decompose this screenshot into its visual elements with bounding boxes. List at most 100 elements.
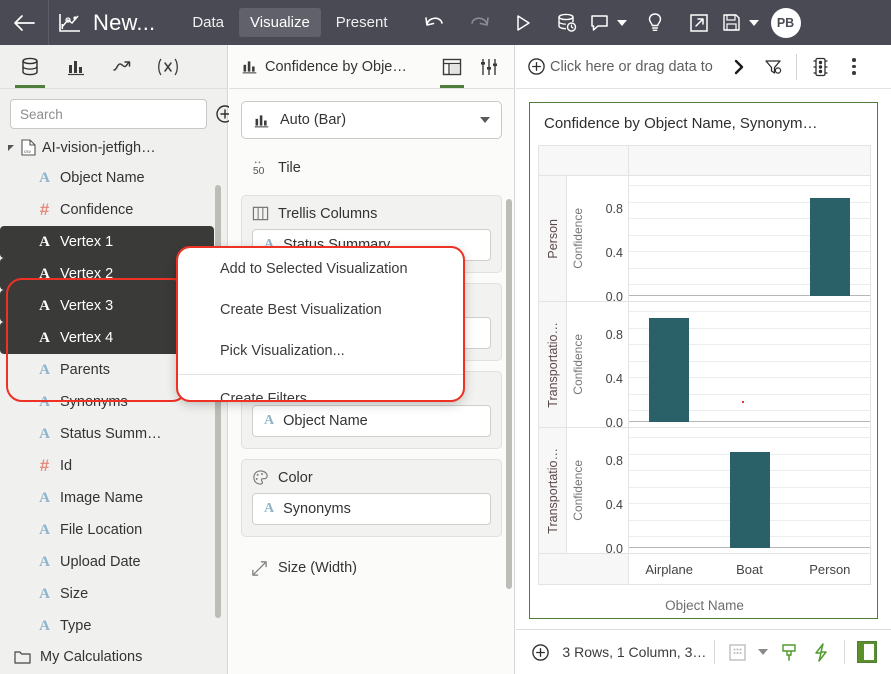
x-axis-tick-label: Boat bbox=[709, 562, 789, 577]
layout-panels-icon[interactable] bbox=[437, 45, 467, 88]
data-summary-label[interactable]: 3 Rows, 1 Column, 3… bbox=[562, 644, 706, 660]
traffic-light-icon[interactable] bbox=[805, 50, 835, 84]
field-label: Parents bbox=[60, 362, 110, 378]
x-axis-labels: AirplaneBoatPerson bbox=[629, 554, 870, 584]
x-axis: AirplaneBoatPerson bbox=[538, 553, 871, 585]
gridline bbox=[629, 311, 870, 312]
export-icon[interactable] bbox=[677, 0, 721, 45]
field-label: Upload Date bbox=[60, 554, 141, 570]
lightning-icon[interactable] bbox=[807, 637, 835, 667]
field-item[interactable]: AImage Name bbox=[0, 482, 228, 514]
tab-visualize[interactable]: Visualize bbox=[239, 8, 321, 37]
field-label: Id bbox=[60, 458, 72, 474]
chevron-down-icon[interactable] bbox=[480, 117, 490, 123]
trellis-chart: Person Confidence0.80.40.0Transportatio…C… bbox=[538, 145, 871, 610]
filter-icon[interactable] bbox=[758, 50, 788, 84]
kebab-menu-icon[interactable] bbox=[839, 50, 869, 84]
app-window: New... Data Visualize Present bbox=[0, 0, 891, 674]
sidebar-search-row bbox=[0, 89, 227, 137]
field-item[interactable]: # Id bbox=[0, 450, 228, 482]
formula-icon[interactable] bbox=[146, 45, 190, 88]
x-axis-tick-label: Airplane bbox=[629, 562, 709, 577]
tab-data[interactable]: Data bbox=[181, 8, 235, 37]
plot-area bbox=[629, 428, 870, 553]
trellis-row-label: Person bbox=[539, 176, 567, 301]
field-item[interactable]: A Upload Date bbox=[0, 546, 228, 578]
field-item[interactable]: AStatus Summ… bbox=[0, 418, 228, 450]
field-label: Confidence bbox=[60, 202, 133, 218]
tile-label: Tile bbox=[278, 160, 301, 176]
menu-item-add-to-selected-visualization[interactable]: Add to Selected Visualization bbox=[178, 248, 463, 289]
field-label: Vertex 4 bbox=[60, 330, 113, 346]
data-source-icon[interactable] bbox=[8, 45, 52, 88]
chart-card[interactable]: Confidence by Object Name, Synonym… Pers… bbox=[529, 102, 878, 619]
plus-circle-icon[interactable] bbox=[526, 57, 546, 77]
save-icon[interactable] bbox=[721, 0, 743, 45]
field-type-icon: A bbox=[38, 170, 51, 187]
field-type-icon: # bbox=[38, 456, 51, 476]
menu-item-pick-visualization[interactable]: Pick Visualization... bbox=[178, 330, 463, 371]
database-refresh-icon[interactable] bbox=[545, 0, 589, 45]
viz-type-label: Auto (Bar) bbox=[280, 112, 470, 128]
divider bbox=[714, 640, 715, 664]
bar[interactable] bbox=[649, 318, 689, 423]
shelf-header: Trellis Columns bbox=[252, 205, 491, 222]
avatar[interactable]: PB bbox=[771, 8, 801, 38]
bar-chart-icon[interactable] bbox=[54, 45, 98, 88]
menu-item-create-best-visualization[interactable]: Create Best Visualization bbox=[178, 289, 463, 330]
shelf-size-width[interactable]: Size (Width) bbox=[241, 551, 502, 585]
y-axis: Confidence0.80.40.0 bbox=[567, 428, 629, 553]
comment-dropdown-icon[interactable] bbox=[611, 0, 633, 45]
field-type-icon: A bbox=[38, 266, 51, 283]
brush-icon[interactable] bbox=[775, 637, 803, 667]
grid-dropdown-icon[interactable] bbox=[756, 637, 771, 667]
field-type-icon: A bbox=[38, 426, 51, 443]
field-item[interactable]: ASize bbox=[0, 578, 228, 610]
lightbulb-icon[interactable] bbox=[633, 0, 677, 45]
my-calculations-folder[interactable]: My Calculations bbox=[0, 642, 228, 672]
trellis-panel: Transportatio…Confidence0.80.40.0 bbox=[538, 301, 871, 427]
field-item[interactable]: AType bbox=[0, 610, 228, 642]
y-axis-title: Confidence bbox=[570, 176, 586, 301]
field-label: Vertex 2 bbox=[60, 266, 113, 282]
field-list: csv AI-vision-jetfigh… AObject Name#Conf… bbox=[0, 133, 228, 674]
tab-present[interactable]: Present bbox=[325, 8, 399, 37]
midpanel-scrollbar[interactable] bbox=[506, 199, 512, 589]
settings-sliders-icon[interactable] bbox=[474, 45, 504, 88]
y-axis-tick: 0.4 bbox=[606, 498, 623, 512]
field-type-icon: A bbox=[38, 394, 51, 411]
drop-zone-hint[interactable]: Click here or drag data to bbox=[550, 59, 720, 75]
viz-type-dropdown[interactable]: Auto (Bar) bbox=[241, 101, 502, 139]
grid-layout-icon[interactable] bbox=[723, 637, 751, 667]
search-input[interactable] bbox=[10, 99, 207, 129]
field-item[interactable]: AObject Name bbox=[0, 162, 228, 194]
top-toolbar: New... Data Visualize Present bbox=[0, 0, 891, 45]
run-icon[interactable] bbox=[501, 0, 545, 45]
chip-synonyms[interactable]: A Synonyms bbox=[252, 493, 491, 525]
chip-object-name[interactable]: A Object Name bbox=[252, 405, 491, 437]
field-label: File Location bbox=[60, 522, 142, 538]
field-item[interactable]: #Confidence bbox=[0, 194, 228, 226]
dataset-root[interactable]: csv AI-vision-jetfigh… bbox=[0, 133, 228, 162]
gridline bbox=[629, 185, 870, 186]
panel-toggle-icon[interactable] bbox=[853, 637, 881, 667]
redo-icon[interactable] bbox=[457, 0, 501, 45]
expand-triangle-icon[interactable] bbox=[8, 145, 14, 151]
bar[interactable] bbox=[730, 452, 770, 548]
save-dropdown-icon[interactable] bbox=[743, 0, 765, 45]
plus-circle-icon[interactable] bbox=[526, 637, 554, 667]
comment-icon[interactable] bbox=[589, 0, 611, 45]
chevron-right-icon[interactable] bbox=[724, 50, 754, 84]
back-arrow-icon[interactable] bbox=[0, 0, 48, 45]
menu-item-create-filters[interactable]: Create Filters bbox=[178, 378, 463, 400]
field-label: Image Name bbox=[60, 490, 143, 506]
size-shelf-label: Size (Width) bbox=[278, 560, 357, 576]
field-item[interactable]: AFile Location bbox=[0, 514, 228, 546]
undo-icon[interactable] bbox=[413, 0, 457, 45]
shelf-color: Color A Synonyms bbox=[241, 459, 502, 537]
tile-shelf[interactable]: 50 Tile bbox=[241, 151, 502, 185]
bar[interactable] bbox=[810, 198, 850, 296]
trend-icon[interactable] bbox=[100, 45, 144, 88]
field-type-icon: A bbox=[38, 554, 51, 571]
shelf-label: Color bbox=[278, 470, 313, 486]
